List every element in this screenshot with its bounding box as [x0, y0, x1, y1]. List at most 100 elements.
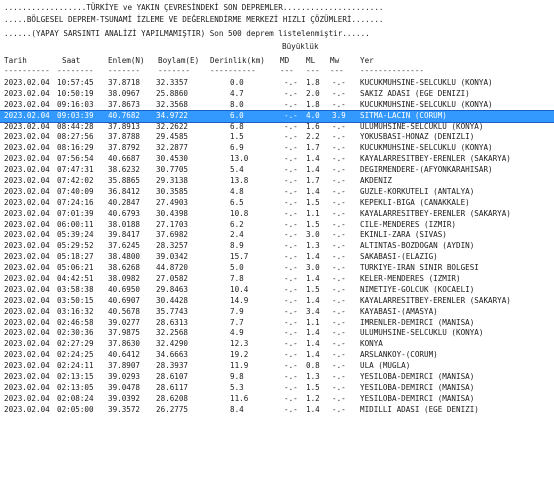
longitude-cell: 29.3138 — [156, 176, 189, 186]
mw-cell: -.- — [332, 99, 346, 109]
date-cell: 2023.02.04 — [4, 186, 50, 196]
table-row[interactable]: 2023.02.04 06:00:11 38.0188 27.1703 6.2 -.- 1.… — [0, 220, 554, 231]
md-cell: -.- — [284, 186, 298, 196]
date-cell: 2023.02.04 — [4, 350, 50, 360]
longitude-cell: 28.6107 — [156, 372, 189, 382]
latitude-cell: 37.8718 — [108, 78, 141, 87]
md-cell: -.- — [284, 241, 298, 251]
latitude-cell: 36.8412 — [108, 186, 141, 196]
time-cell: 08:27:56 — [57, 132, 94, 142]
latitude-cell: 35.8865 — [108, 176, 141, 186]
time-cell: 09:16:03 — [57, 99, 94, 109]
col-header-mw: Mw — [330, 56, 340, 65]
latitude-cell: 38.0967 — [108, 88, 141, 98]
table-row[interactable]: 2023.02.04 05:39:24 39.8417 37.6982 2.4 -.- 3.… — [0, 230, 554, 241]
table-row[interactable]: 2023.02.04 02:46:58 39.0277 28.6313 7.7 -.- 1.… — [0, 318, 554, 329]
longitude-cell: 32.2568 — [156, 328, 189, 338]
table-row[interactable]: 2023.02.04 04:42:51 38.0982 27.0582 7.8 -.- 1.… — [0, 274, 554, 285]
table-row[interactable]: 2023.02.04 02:30:36 37.9875 32.2568 4.9 -.- 1.… — [0, 328, 554, 339]
table-row[interactable]: 2023.02.04 05:18:27 38.4800 39.0342 15.7 -.- 1… — [0, 252, 554, 263]
depth-cell: 1.5 — [230, 132, 244, 142]
ml-cell: 1.5 — [306, 219, 320, 229]
table-row[interactable]: 2023.02.04 08:27:56 37.8788 29.4585 1.5 -.- 2.… — [0, 132, 554, 143]
table-row[interactable]: 2023.02.04 09:16:03 37.8673 32.3568 8.0 -.- 1.… — [0, 100, 554, 111]
table-row[interactable]: 2023.02.04 07:42:02 35.8865 29.3138 13.8 -.- 1… — [0, 176, 554, 187]
ml-cell: 1.8 — [306, 99, 320, 109]
table-row[interactable]: 2023.02.04 10:57:45 37.8718 32.3357 0.0 -.- 1.… — [0, 78, 554, 89]
ml-cell: 1.3 — [306, 372, 320, 382]
depth-cell: 2.4 — [230, 230, 244, 240]
md-cell: -.- — [284, 121, 298, 131]
table-row[interactable]: 2023.02.04 03:58:38 40.6950 29.8463 10.4 -.- 1… — [0, 285, 554, 296]
md-cell: -.- — [284, 328, 298, 338]
col-header-time: Saat — [62, 56, 81, 65]
mw-cell: -.- — [332, 208, 346, 218]
location-cell: KAYALARRESITBEY-ERENLER (SAKARYA) — [360, 208, 511, 218]
header-line-3: ......(YAPAY SARSINTI ANALİZİ YAPILMAMIŞ… — [4, 29, 370, 38]
time-cell: 03:58:38 — [57, 284, 94, 294]
table-row[interactable]: 2023.02.04 10:50:19 38.0967 25.8860 4.7 -.- 2.… — [0, 89, 554, 100]
mw-cell: -.- — [332, 263, 346, 273]
time-cell: 07:01:39 — [57, 208, 94, 218]
table-row[interactable]: 2023.02.04 02:13:05 39.0478 28.6117 5.3 -.- 1.… — [0, 383, 554, 394]
table-row[interactable]: 2023.02.04 05:06:21 38.6268 44.8720 5.0 -.- 3.… — [0, 263, 554, 274]
table-row[interactable]: 2023.02.04 07:56:54 40.6687 30.4530 13.0 -.- 1… — [0, 154, 554, 165]
magnitude-heading: Büyüklük — [282, 42, 319, 51]
latitude-cell: 37.8792 — [108, 143, 141, 153]
ml-cell: 1.7 — [306, 143, 320, 153]
latitude-cell: 39.0293 — [108, 372, 141, 382]
table-row[interactable]: 2023.02.04 08:16:29 37.8792 32.2877 6.9 -.- 1.… — [0, 143, 554, 154]
depth-cell: 11.9 — [230, 361, 249, 371]
latitude-cell: 38.4800 — [108, 252, 141, 262]
table-row[interactable]: 2023.02.04 07:24:16 40.2847 27.4903 6.5 -.- 1.… — [0, 198, 554, 209]
table-row[interactable]: 2023.02.04 03:16:32 40.5678 35.7743 7.9 -.- 3.… — [0, 307, 554, 318]
ml-cell: 1.4 — [306, 186, 320, 196]
mw-cell: -.- — [332, 121, 346, 131]
location-cell: KUCUKMUHSINE-SELCUKLU (KONYA) — [360, 78, 493, 87]
md-cell: -.- — [284, 99, 298, 109]
longitude-cell: 37.6982 — [156, 230, 189, 240]
longitude-cell: 35.7743 — [156, 306, 189, 316]
table-row-selected[interactable]: 2023.02.04 09:03:39 40.7682 34.9722 6.0 -.- 4.… — [0, 109, 554, 123]
date-cell: 2023.02.04 — [4, 132, 50, 142]
table-row[interactable]: 2023.02.04 02:24:11 37.8907 28.3937 11.9 -.- 0… — [0, 361, 554, 372]
depth-cell: 8.9 — [230, 241, 244, 251]
location-cell: KUCUKMUHSINE-SELCUKLU (KONYA) — [360, 99, 493, 109]
mw-cell: -.- — [332, 339, 346, 349]
col-header-location: Yer — [360, 56, 374, 65]
mw-cell: -.- — [332, 317, 346, 327]
ml-cell: 1.4 — [306, 350, 320, 360]
ml-cell: 1.7 — [306, 176, 320, 186]
table-row[interactable]: 2023.02.04 02:27:29 37.8630 32.4290 12.3 -.- 1… — [0, 339, 554, 350]
longitude-cell: 44.8720 — [156, 263, 189, 273]
latitude-cell: 40.6412 — [108, 350, 141, 360]
time-cell: 10:57:45 — [57, 78, 94, 87]
md-cell: -.- — [284, 78, 298, 87]
mw-cell: -.- — [332, 241, 346, 251]
longitude-cell: 27.1703 — [156, 219, 189, 229]
md-cell: -.- — [284, 306, 298, 316]
mw-cell: -.- — [332, 372, 346, 382]
longitude-cell: 30.4428 — [156, 295, 189, 305]
mw-cell: -.- — [332, 284, 346, 294]
table-row[interactable]: 2023.02.04 02:05:00 39.3572 26.2775 8.4 -.- 1.… — [0, 405, 554, 416]
time-cell: 02:27:29 — [57, 339, 94, 349]
ml-cell: 1.4 — [306, 295, 320, 305]
md-cell: -.- — [284, 252, 298, 262]
table-row[interactable]: 2023.02.04 08:44:28 37.8913 32.2622 6.8 -.- 1.… — [0, 122, 554, 133]
table-row[interactable]: 2023.02.04 07:40:09 36.8412 30.3585 4.8 -.- 1.… — [0, 187, 554, 198]
depth-cell: 10.8 — [230, 208, 249, 218]
time-cell: 08:16:29 — [57, 143, 94, 153]
table-row[interactable]: 2023.02.04 03:50:15 40.6907 30.4428 14.9 -.- 1… — [0, 296, 554, 307]
table-row[interactable]: 2023.02.04 02:13:15 39.0293 28.6107 9.8 -.- 1.… — [0, 372, 554, 383]
latitude-cell: 37.6245 — [108, 241, 141, 251]
table-row[interactable]: 2023.02.04 05:29:52 37.6245 28.3257 8.9 -.- 1.… — [0, 241, 554, 252]
header-line-1: ..................TÜRKİYE ve YAKIN ÇEVRE… — [4, 3, 384, 12]
table-row[interactable]: 2023.02.04 02:24:25 40.6412 34.6663 19.2 -.- 1… — [0, 350, 554, 361]
longitude-cell: 34.6663 — [156, 350, 189, 360]
table-row[interactable]: 2023.02.04 07:01:39 40.6793 30.4398 10.8 -.- 1… — [0, 209, 554, 220]
table-row[interactable]: 2023.02.04 07:47:31 38.6232 30.7705 5.4 -.- 1.… — [0, 165, 554, 176]
date-cell: 2023.02.04 — [4, 241, 50, 251]
table-row[interactable]: 2023.02.04 02:08:24 39.0392 28.6208 11.6 -.- 1… — [0, 394, 554, 405]
mw-cell: -.- — [332, 197, 346, 207]
